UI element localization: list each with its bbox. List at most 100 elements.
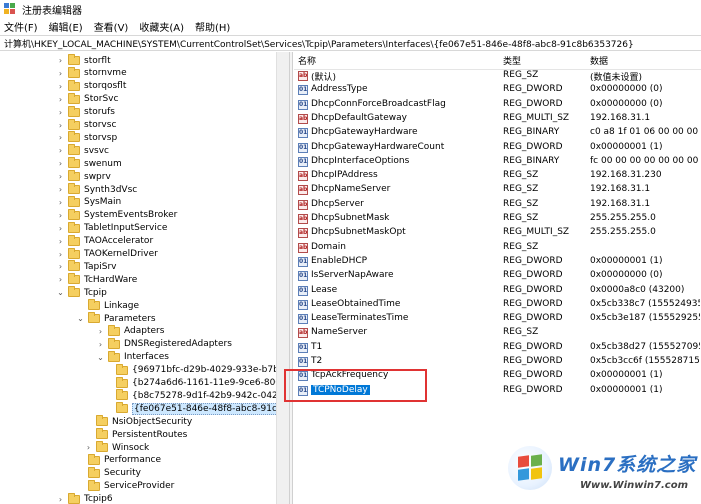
value-row[interactable]: ab DhcpServer REG_SZ 192.168.31.1 bbox=[294, 198, 701, 212]
column-type-header[interactable]: 类型 bbox=[503, 54, 521, 67]
tree-node[interactable]: › stornvme bbox=[56, 66, 127, 80]
folder-icon bbox=[96, 415, 108, 427]
expand-arrow-icon[interactable]: › bbox=[56, 108, 65, 117]
address-bar[interactable]: 计算机\HKEY_LOCAL_MACHINE\SYSTEM\CurrentCon… bbox=[0, 35, 701, 51]
menu-favorites[interactable]: 收藏夹(A) bbox=[139, 19, 184, 34]
value-row[interactable]: 01 AddressType REG_DWORD 0x00000000 (0) bbox=[294, 83, 701, 97]
tree-node[interactable]: › storvsc bbox=[56, 118, 116, 132]
expand-arrow-icon[interactable]: › bbox=[56, 275, 65, 284]
expand-arrow-icon[interactable]: › bbox=[56, 250, 65, 259]
tree-node[interactable]: {fe067e51-846e-48f8-abc8-91c8b6353726} bbox=[104, 402, 289, 415]
value-row[interactable]: 01 EnableDHCP REG_DWORD 0x00000001 (1) bbox=[294, 255, 701, 269]
tree-node[interactable]: › Tcpip6 bbox=[56, 492, 113, 504]
collapse-arrow-icon[interactable]: ⌄ bbox=[56, 288, 65, 297]
value-row[interactable]: ab DhcpIPAddress REG_SZ 192.168.31.230 bbox=[294, 169, 701, 183]
tree-node[interactable]: › StorSvc bbox=[56, 92, 118, 106]
expand-arrow-icon[interactable]: › bbox=[56, 82, 65, 91]
value-row[interactable]: ab DhcpDefaultGateway REG_MULTI_SZ 192.168.… bbox=[294, 112, 701, 126]
value-row[interactable]: 01 LeaseObtainedTime REG_DWORD 0x5cb338c7 (… bbox=[294, 298, 701, 312]
value-type: REG_SZ bbox=[503, 327, 539, 338]
expand-arrow-icon[interactable]: › bbox=[56, 95, 65, 104]
tree-node[interactable]: Security bbox=[76, 466, 141, 480]
value-row[interactable]: 01T1 REG_DWORD 0x5cb38d27 (1555270951) bbox=[294, 341, 701, 355]
value-row[interactable]: 01 T2 REG_DWORD 0x5cb3cc6f (1555287151) bbox=[294, 355, 701, 369]
folder-icon bbox=[88, 312, 100, 323]
value-row[interactable]: 01 DhcpGatewayHardwareCount REG_DWORD 0x000… bbox=[294, 141, 701, 155]
tree-node[interactable]: › DNSRegisteredAdapters bbox=[96, 337, 232, 351]
expand-arrow-icon[interactable]: › bbox=[56, 159, 65, 168]
expand-arrow-icon[interactable]: › bbox=[56, 211, 65, 220]
expand-arrow-icon[interactable]: › bbox=[56, 121, 65, 130]
expand-arrow-icon[interactable]: › bbox=[56, 198, 65, 207]
tree-node[interactable]: Linkage bbox=[76, 299, 139, 312]
expand-arrow-icon[interactable]: › bbox=[56, 133, 65, 142]
tree-node[interactable]: › storvsp bbox=[56, 131, 117, 144]
tree-node[interactable]: Performance bbox=[76, 453, 161, 467]
value-row[interactable]: ab (默认) REG_SZ (数值未设置) bbox=[294, 69, 701, 83]
expand-arrow-icon[interactable]: › bbox=[56, 224, 65, 233]
value-row[interactable]: 01 DhcpInterfaceOptions REG_BINARY fc 00 00… bbox=[294, 155, 701, 169]
collapse-arrow-icon[interactable]: ⌄ bbox=[76, 314, 85, 323]
tree-node[interactable]: › SystemEventsBroker bbox=[56, 208, 177, 222]
expand-arrow-icon[interactable]: › bbox=[56, 495, 65, 504]
tree-scrollbar[interactable] bbox=[276, 52, 289, 504]
expand-arrow-icon[interactable]: › bbox=[56, 172, 65, 181]
value-type: REG_DWORD bbox=[503, 356, 563, 366]
tree-node[interactable]: › storflt bbox=[56, 54, 111, 67]
tree-node[interactable]: › storufs bbox=[56, 105, 115, 119]
tree-node[interactable]: › swenum bbox=[56, 157, 122, 170]
tree-node[interactable]: › Adapters bbox=[96, 324, 164, 338]
expand-arrow-icon[interactable]: › bbox=[96, 340, 105, 349]
tree-node[interactable]: {b8c75278-9d1f-42b9-942c-042e9480916d} bbox=[104, 389, 289, 402]
value-row[interactable]: ab DhcpNameServer REG_SZ 192.168.31.1 bbox=[294, 183, 701, 197]
tree-node[interactable]: › TapiSrv bbox=[56, 260, 116, 273]
expand-arrow-icon[interactable]: › bbox=[56, 262, 65, 271]
column-name-header[interactable]: 名称 bbox=[298, 54, 316, 67]
tree-node[interactable]: ServiceProvider bbox=[76, 479, 174, 493]
expand-arrow-icon[interactable]: › bbox=[56, 185, 65, 194]
collapse-arrow-icon[interactable]: ⌄ bbox=[96, 353, 105, 362]
tree-node[interactable]: › TcHardWare bbox=[56, 273, 137, 286]
tree-node[interactable]: › swprv bbox=[56, 170, 111, 183]
pane-splitter[interactable] bbox=[289, 52, 293, 504]
value-row[interactable]: 01 IsServerNapAware REG_DWORD 0x00000000 (0… bbox=[294, 269, 701, 283]
value-row[interactable]: ab NameServer REG_SZ bbox=[294, 326, 701, 340]
menu-edit[interactable]: 编辑(E) bbox=[49, 19, 83, 34]
tree-node[interactable]: ⌄ Parameters bbox=[76, 312, 156, 325]
tree-node[interactable]: PersistentRoutes bbox=[84, 428, 187, 441]
no-expander bbox=[84, 417, 93, 426]
tree-node[interactable]: › TAOKernelDriver bbox=[56, 247, 158, 261]
value-row[interactable]: ab DhcpSubnetMask REG_SZ 255.255.255.0 bbox=[294, 212, 701, 226]
tree-node[interactable]: › SysMain bbox=[56, 195, 121, 209]
tree-node[interactable]: {b274a6d6-1161-11e9-9ce6-806e6f6e6963} bbox=[104, 376, 289, 390]
menu-bar: 文件(F) 编辑(E) 查看(V) 收藏夹(A) 帮助(H) bbox=[0, 18, 701, 35]
value-row[interactable]: 01 DhcpConnForceBroadcastFlag REG_DWORD 0x0… bbox=[294, 98, 701, 112]
value-row[interactable]: 01 Lease REG_DWORD 0x0000a8c0 (43200) bbox=[294, 284, 701, 298]
tree-node[interactable]: › TAOAccelerator bbox=[56, 234, 153, 248]
value-row[interactable]: ab Domain REG_SZ bbox=[294, 241, 701, 255]
column-data-header[interactable]: 数据 bbox=[590, 54, 608, 67]
tree-node[interactable]: ⌄ Interfaces bbox=[96, 350, 169, 364]
folder-icon bbox=[68, 492, 80, 504]
tree-node[interactable]: {96971bfc-d29b-4029-933e-b7b21191e3a9} bbox=[104, 363, 289, 377]
menu-file[interactable]: 文件(F) bbox=[4, 19, 38, 34]
value-row[interactable]: 01 LeaseTerminatesTime REG_DWORD 0x5cb3e187… bbox=[294, 312, 701, 326]
expand-arrow-icon[interactable]: › bbox=[56, 146, 65, 155]
tree-node[interactable]: › TabletInputService bbox=[56, 221, 167, 235]
expand-arrow-icon[interactable]: › bbox=[56, 69, 65, 78]
tree-node[interactable]: › storqosflt bbox=[56, 79, 126, 93]
tree-node[interactable]: › Winsock bbox=[84, 441, 149, 454]
menu-view[interactable]: 查看(V) bbox=[94, 19, 129, 34]
tree-node[interactable]: NsiObjectSecurity bbox=[84, 415, 192, 428]
expand-arrow-icon[interactable]: › bbox=[96, 327, 105, 336]
value-row[interactable]: ab DhcpSubnetMaskOpt REG_MULTI_SZ 255.255.2… bbox=[294, 226, 701, 240]
expand-arrow-icon[interactable]: › bbox=[56, 56, 65, 65]
folder-icon bbox=[68, 144, 80, 156]
tree-node[interactable]: › svsvc bbox=[56, 144, 109, 157]
value-row[interactable]: 01 DhcpGatewayHardware REG_BINARY c0 a8 1f … bbox=[294, 126, 701, 140]
expand-arrow-icon[interactable]: › bbox=[84, 443, 93, 452]
tree-node[interactable]: ⌄ Tcpip bbox=[56, 286, 107, 299]
expand-arrow-icon[interactable]: › bbox=[56, 237, 65, 246]
menu-help[interactable]: 帮助(H) bbox=[195, 19, 230, 34]
tree-node[interactable]: › Synth3dVsc bbox=[56, 183, 137, 196]
